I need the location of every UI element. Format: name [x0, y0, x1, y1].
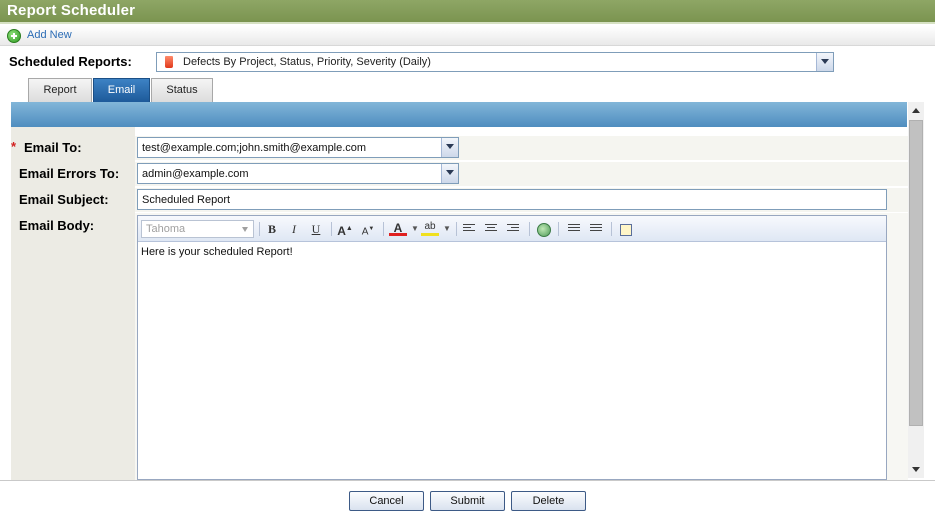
- report-flag-icon: [165, 56, 173, 68]
- font-family-value: Tahoma: [146, 223, 186, 235]
- required-marker: *: [11, 139, 17, 154]
- submit-button[interactable]: Submit: [430, 491, 505, 511]
- toolbar-separator: [611, 222, 612, 236]
- chevron-down-icon[interactable]: ▼: [438, 220, 456, 238]
- chevron-down-icon: [242, 227, 248, 232]
- scrollbar-thumb[interactable]: [909, 120, 923, 426]
- email-to-field[interactable]: test@example.com;john.smith@example.com: [137, 137, 459, 158]
- vertical-scrollbar[interactable]: [908, 102, 924, 478]
- toolbar-separator: [558, 222, 559, 236]
- font-size-increase-icon[interactable]: A▲: [336, 220, 354, 238]
- italic-icon[interactable]: I: [285, 220, 303, 238]
- font-family-select[interactable]: Tahoma: [141, 220, 254, 238]
- font-size-decrease-icon[interactable]: A▼: [359, 220, 377, 238]
- delete-button[interactable]: Delete: [511, 491, 586, 511]
- action-bar: Add New: [0, 26, 935, 46]
- underline-icon[interactable]: U: [307, 220, 325, 238]
- scheduled-reports-label: Scheduled Reports:: [9, 54, 132, 69]
- toolbar-separator: [383, 222, 384, 236]
- window-title: Report Scheduler: [7, 2, 136, 19]
- email-body-editor[interactable]: Tahoma B I U A▲ A▼ A ▼ ab ▼ Here is your…: [137, 215, 887, 480]
- email-subject-value: Scheduled Report: [142, 194, 231, 206]
- align-center-icon[interactable]: [485, 224, 497, 234]
- scheduled-reports-select[interactable]: Defects By Project, Status, Priority, Se…: [156, 52, 834, 72]
- align-left-icon[interactable]: [463, 224, 475, 234]
- bottom-action-bar: Cancel Submit Delete: [0, 480, 935, 520]
- font-color-icon[interactable]: A: [389, 220, 407, 236]
- toolbar-separator: [456, 222, 457, 236]
- add-new-link[interactable]: Add New: [27, 29, 72, 41]
- link-icon[interactable]: [535, 220, 553, 238]
- chevron-down-icon[interactable]: [816, 53, 833, 71]
- scroll-up-icon[interactable]: [912, 108, 920, 113]
- editor-toolbar: Tahoma B I U A▲ A▼ A ▼ ab ▼: [138, 216, 886, 242]
- ordered-list-icon[interactable]: [568, 224, 580, 234]
- tab-email[interactable]: Email: [93, 78, 150, 102]
- email-errors-to-field[interactable]: admin@example.com: [137, 163, 459, 184]
- chevron-down-icon[interactable]: [441, 164, 458, 183]
- unordered-list-icon[interactable]: [590, 224, 602, 234]
- window-title-bar: Report Scheduler: [0, 0, 935, 24]
- email-to-label: Email To:: [24, 140, 82, 155]
- toolbar-separator: [259, 222, 260, 236]
- highlight-icon[interactable]: ab: [421, 220, 439, 236]
- scheduled-reports-value: Defects By Project, Status, Priority, Se…: [183, 56, 431, 68]
- email-body-label: Email Body:: [19, 218, 95, 233]
- bold-icon[interactable]: B: [263, 220, 281, 238]
- toolbar-separator: [529, 222, 530, 236]
- align-right-icon[interactable]: [507, 224, 519, 234]
- cancel-button[interactable]: Cancel: [349, 491, 424, 511]
- email-errors-to-label: Email Errors To:: [19, 166, 120, 181]
- source-edit-icon[interactable]: [617, 220, 635, 238]
- toolbar-separator: [331, 222, 332, 236]
- email-subject-label: Email Subject:: [19, 192, 109, 207]
- email-subject-input[interactable]: Scheduled Report: [137, 189, 887, 210]
- email-body-content[interactable]: Here is your scheduled Report!: [141, 246, 293, 258]
- email-to-value: test@example.com;john.smith@example.com: [142, 142, 367, 154]
- scroll-down-icon[interactable]: [912, 467, 920, 472]
- add-icon[interactable]: [7, 29, 21, 43]
- panel-header-bar: [11, 102, 907, 127]
- email-errors-to-value: admin@example.com: [142, 168, 249, 180]
- tab-status[interactable]: Status: [151, 78, 213, 102]
- chevron-down-icon[interactable]: [441, 138, 458, 157]
- tab-report[interactable]: Report: [28, 78, 92, 102]
